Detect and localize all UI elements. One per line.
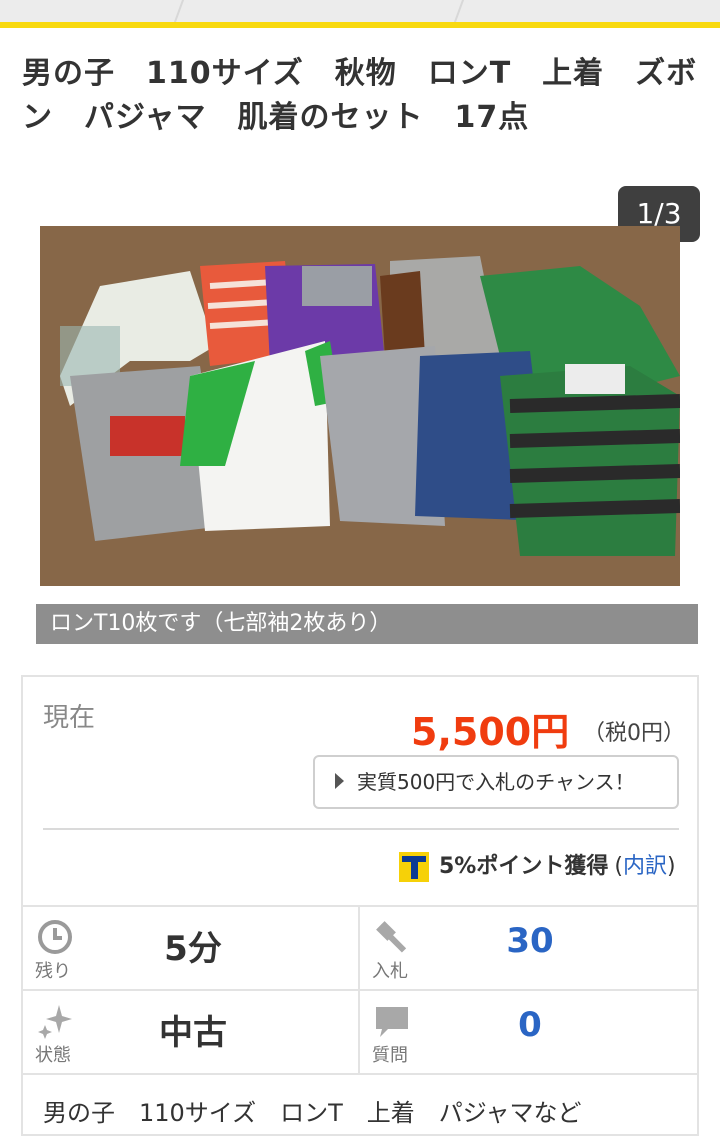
condition-value: 中古 [159,1013,227,1053]
tab-divider [173,0,185,24]
condition-cell: 状態 中古 [23,991,360,1075]
bids-label: 入札 [372,961,408,982]
points-info: 5%ポイント獲得 (内訳) [399,851,676,883]
condition-label: 状態 [35,1045,71,1066]
questions-label: 質問 [372,1045,408,1066]
accent-bar [0,22,720,28]
points-close-paren: ) [666,854,676,879]
questions-count[interactable]: 0 [430,1005,630,1045]
clock-icon [38,920,72,954]
points-breakdown-link[interactable]: 内訳 [623,851,667,883]
bid-chance-label: 実質500円で入札のチャンス！ [357,770,635,794]
item-title: 男の子 110サイズ 秋物 ロンT 上着 ズボン パジャマ 肌着のセット 17点 [22,56,698,135]
bids-cell[interactable]: 入札 30 [360,907,697,991]
speech-bubble-icon [376,1007,408,1037]
tab-divider [453,0,465,24]
current-price: 5,500円 [411,710,570,754]
remaining-label: 残り [35,961,71,982]
sparkle-icon [38,1005,72,1039]
item-description: 男の子 110サイズ ロンT 上着 パジャマなど [43,1099,582,1127]
price-panel: 現在 5,500円 （税0円） 実質500円で入札のチャンス！ 5%ポイント獲得… [21,675,699,1136]
item-photo[interactable] [40,226,680,586]
clothing-photo-image [40,226,680,586]
browser-top-bar [0,0,720,24]
tax-amount: （税0円） [583,721,685,746]
divider [43,828,679,830]
points-text: 5%ポイント獲得 [439,854,609,879]
photo-caption: ロンT10枚です（七部袖2枚あり） [36,604,698,644]
bids-count[interactable]: 30 [430,921,630,961]
questions-cell[interactable]: 質問 0 [360,991,697,1075]
bid-chance-button[interactable]: 実質500円で入札のチャンス！ [313,755,679,809]
t-point-logo-icon [399,852,429,882]
stats-grid: 残り 5分 入札 30 状態 中古 質問 0 [23,905,697,1075]
current-price-label: 現在 [43,703,96,733]
remaining-value: 5分 [164,929,222,969]
play-triangle-icon [335,773,344,789]
remaining-time-cell: 残り 5分 [23,907,360,991]
gavel-icon [376,921,407,953]
points-open-paren: ( [614,854,623,879]
